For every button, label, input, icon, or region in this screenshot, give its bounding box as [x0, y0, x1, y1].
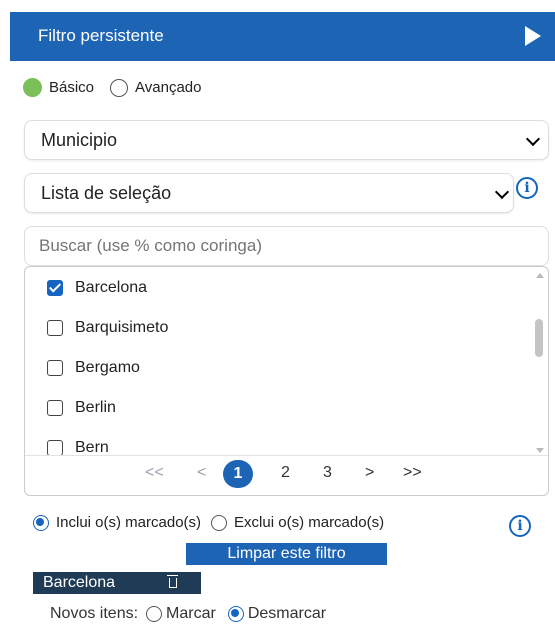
play-icon[interactable] [525, 26, 541, 46]
include-label[interactable]: Inclui o(s) marcado(s) [56, 514, 201, 531]
list-scrollbar[interactable] [534, 273, 544, 453]
list-item[interactable]: Berlin [47, 397, 116, 419]
include-radio[interactable] [33, 514, 49, 531]
checkbox[interactable] [47, 360, 63, 376]
list-item-label: Berlin [75, 399, 116, 416]
list-item[interactable]: Bergamo [47, 357, 140, 379]
selection-list: Barcelona Barquisimeto Bergamo Berlin Be… [24, 266, 549, 496]
list-item[interactable]: Barquisimeto [47, 317, 168, 339]
checkbox[interactable] [47, 440, 63, 456]
panel-header: Filtro persistente [10, 12, 555, 61]
page-button[interactable]: 2 [281, 464, 290, 482]
type-select-value: Lista de seleção [41, 183, 172, 203]
prev-page-button[interactable]: < [197, 464, 206, 482]
selected-item-tag: Barcelona [33, 572, 201, 594]
chevron-down-icon [494, 184, 510, 200]
trash-icon[interactable] [167, 575, 178, 588]
mode-selector: Básico Avançado [23, 78, 201, 97]
scroll-up-icon[interactable] [536, 273, 544, 278]
advanced-label[interactable]: Avançado [135, 79, 201, 96]
field-select[interactable]: Municipio [24, 120, 549, 160]
basic-label[interactable]: Básico [49, 79, 94, 96]
basic-radio[interactable] [23, 78, 42, 97]
search-input[interactable] [24, 226, 549, 266]
pagination: << < 1 2 3 > >> [25, 455, 548, 492]
new-items-label: Novos itens: [50, 605, 139, 622]
new-items-selector: Novos itens: Marcar Desmarcar [50, 605, 326, 623]
mark-label[interactable]: Marcar [166, 605, 216, 623]
list-item-label: Bergamo [75, 359, 140, 376]
checkbox[interactable] [47, 400, 63, 416]
unmark-radio[interactable] [227, 606, 244, 622]
page-button[interactable]: 3 [323, 464, 332, 482]
page-button-current[interactable]: 1 [223, 460, 253, 488]
exclude-label[interactable]: Exclui o(s) marcado(s) [234, 514, 384, 531]
unmark-label[interactable]: Desmarcar [248, 605, 326, 623]
list-item[interactable]: Barcelona [47, 277, 147, 299]
scroll-thumb[interactable] [535, 319, 543, 357]
include-exclude-selector: Inclui o(s) marcado(s) Exclui o(s) marca… [33, 514, 384, 531]
type-select[interactable]: Lista de seleção [24, 173, 514, 213]
last-page-button[interactable]: >> [403, 464, 422, 482]
checkbox[interactable] [47, 320, 63, 336]
exclude-radio[interactable] [211, 514, 228, 531]
list-item-label: Barquisimeto [75, 319, 169, 336]
scroll-down-icon[interactable] [536, 448, 544, 453]
selected-item-label: Barcelona [43, 574, 116, 591]
panel-title: Filtro persistente [38, 26, 164, 45]
clear-filter-button[interactable]: Limpar este filtro [186, 543, 387, 565]
mark-radio[interactable] [146, 606, 163, 622]
first-page-button[interactable]: << [145, 464, 164, 482]
list-item-label: Barcelona [75, 279, 148, 296]
info-icon[interactable]: i [509, 515, 531, 537]
next-page-button[interactable]: > [365, 464, 374, 482]
checkbox-checked[interactable] [47, 280, 63, 296]
advanced-radio[interactable] [110, 78, 129, 97]
info-icon[interactable]: i [516, 177, 538, 199]
chevron-down-icon [525, 131, 541, 147]
field-select-value: Municipio [41, 130, 118, 150]
